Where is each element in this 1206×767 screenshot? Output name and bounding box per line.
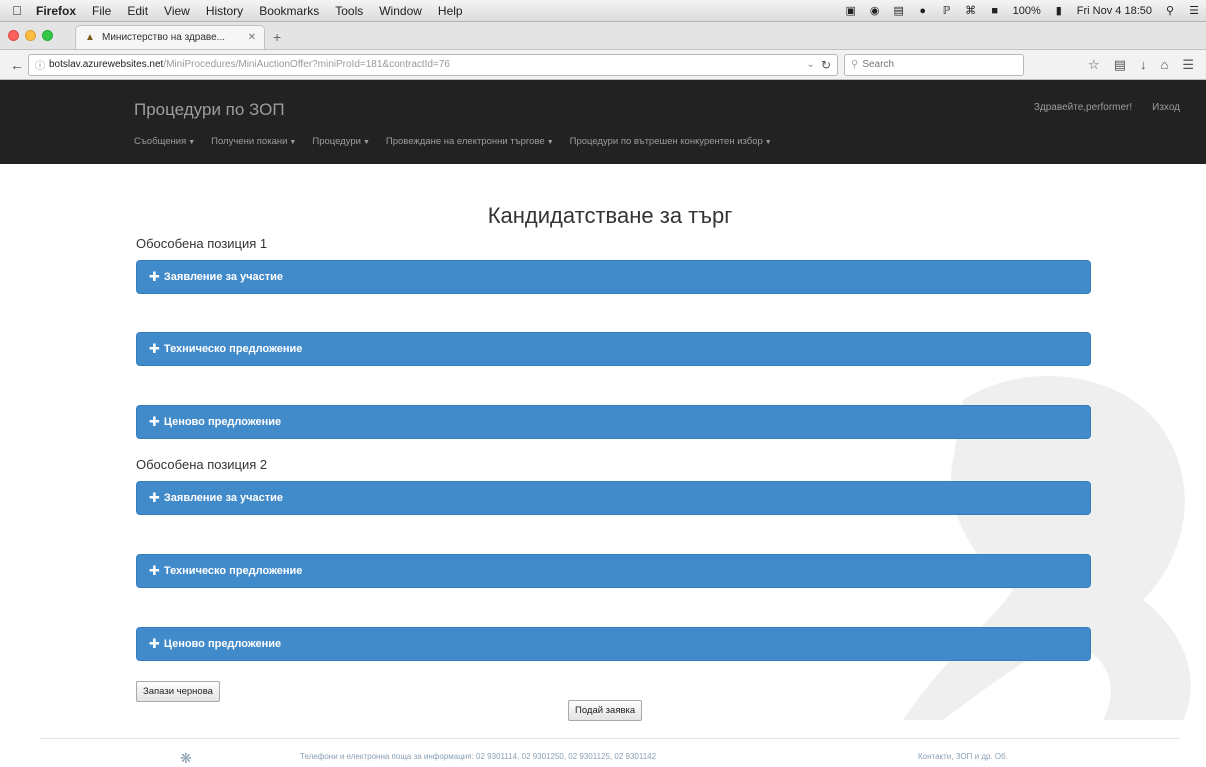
panel-label: Заявление за участие <box>163 492 283 504</box>
window-controls <box>0 21 53 49</box>
position-1-heading: Обособена позиция 1 <box>136 236 268 251</box>
spotlight-icon[interactable]: ⚲ <box>1162 5 1178 17</box>
site-favicon-icon: ▲ <box>85 31 95 43</box>
battery-icon[interactable]: ▮ <box>1051 5 1067 17</box>
close-window-button[interactable] <box>8 29 19 41</box>
site-navbar: Процедури по ЗОП Здравейте,performer! Из… <box>0 80 1206 164</box>
browser-tab-bar: ▲ Министерство на здраве... ✕ + <box>0 22 1206 50</box>
submit-application-button[interactable]: Подай заявка <box>568 700 643 721</box>
new-tab-icon[interactable]: + <box>273 29 281 45</box>
logout-link[interactable]: Изход <box>1152 102 1180 113</box>
nav-messages[interactable]: Съобщения ▼ <box>134 136 195 147</box>
menu-view[interactable]: View <box>156 4 198 18</box>
nav-electronic-auctions-label: Провеждане на електронни търгове <box>385 136 545 147</box>
notification-center-icon[interactable]: ☰ <box>1186 5 1202 17</box>
apple-icon[interactable]:  <box>6 3 28 18</box>
plus-icon: ✚ <box>149 490 160 505</box>
browser-toolbar: ← ⓘ botslav.azurewebsites.net /MiniProce… <box>0 50 1206 80</box>
footer-logo-icon: ❋ <box>180 750 192 766</box>
position-1-technical-proposal-panel[interactable]: ✚ Техническо предложение <box>136 332 1091 366</box>
user-nav: Здравейте,performer! Изход <box>1034 102 1180 113</box>
nav-internal-competitive-selection-label: Процедури по вътрешен конкурентен избор <box>569 136 763 147</box>
plus-icon: ✚ <box>149 341 160 356</box>
panel-label: Заявление за участие <box>163 271 283 283</box>
menu-window[interactable]: Window <box>371 4 430 18</box>
reading-list-icon[interactable]: ▤ <box>1114 57 1126 73</box>
plus-icon: ✚ <box>149 563 160 578</box>
reload-icon[interactable]: ↻ <box>821 58 831 72</box>
menu-tools[interactable]: Tools <box>327 4 371 18</box>
search-icon: ⚲ <box>851 59 859 70</box>
search-input[interactable] <box>862 59 1003 70</box>
menu-bookmarks[interactable]: Bookmarks <box>251 4 327 18</box>
nav-internal-competitive-selection[interactable]: Процедури по вътрешен конкурентен избор ▼ <box>570 136 772 147</box>
panel-label: Ценово предложение <box>163 638 282 650</box>
panel-label: Ценово предложение <box>163 416 282 428</box>
menu-file[interactable]: File <box>84 4 119 18</box>
mac-menu-bar:  Firefox File Edit View History Bookmar… <box>0 0 1206 22</box>
battery-level[interactable]: 100% <box>1007 5 1047 17</box>
search-box[interactable]: ⚲ <box>844 53 1024 76</box>
status-icon-1[interactable]: ▣ <box>843 5 859 17</box>
plus-icon: ✚ <box>149 269 160 284</box>
plus-icon: ✚ <box>149 636 160 651</box>
tab-title: Министерство на здраве... <box>102 32 226 43</box>
back-arrow-icon[interactable]: ← <box>6 57 28 73</box>
nav-procedures-label: Процедури <box>312 136 361 147</box>
nav-procedures[interactable]: Процедури ▼ <box>312 136 370 147</box>
position-2-heading: Обособена позиция 2 <box>136 457 268 472</box>
zoom-window-button[interactable] <box>42 29 53 41</box>
status-icon-3[interactable]: ▤ <box>891 5 907 17</box>
status-icon-2[interactable]: ◉ <box>867 5 883 17</box>
menu-app-firefox[interactable]: Firefox <box>28 4 84 18</box>
downloads-icon[interactable]: ↓ <box>1140 57 1147 72</box>
save-draft-button[interactable]: Запази чернова <box>136 681 220 702</box>
nav-received-invitations-label: Получени покани <box>211 136 288 147</box>
browser-tab[interactable]: ▲ Министерство на здраве... ✕ <box>75 25 265 49</box>
home-icon[interactable]: ⌂ <box>1160 57 1168 72</box>
menu-history[interactable]: History <box>198 4 251 18</box>
position-1-price-proposal-panel[interactable]: ✚ Ценово предложение <box>136 405 1091 439</box>
chevron-down-icon: ▼ <box>546 139 554 146</box>
chevron-down-icon: ▼ <box>188 139 196 146</box>
panel-label: Техническо предложение <box>163 565 303 577</box>
nav-messages-label: Съобщения <box>134 136 187 147</box>
url-host: botslav.azurewebsites.net <box>49 59 164 70</box>
url-dropdown-icon[interactable]: ⌄ <box>807 59 815 70</box>
status-icon-4[interactable]: ● <box>915 5 931 17</box>
menu-edit[interactable]: Edit <box>119 4 156 18</box>
chevron-down-icon: ▼ <box>289 139 297 146</box>
nav-received-invitations[interactable]: Получени покани ▼ <box>211 136 296 147</box>
chevron-down-icon: ▼ <box>362 139 370 146</box>
site-nav-links: Съобщения ▼ Получени покани ▼ Процедури ▼ П… <box>134 136 772 147</box>
position-2-price-proposal-panel[interactable]: ✚ Ценово предложение <box>136 627 1091 661</box>
url-path: /MiniProcedures/MiniAuctionOffer?miniPro… <box>163 59 450 70</box>
nav-electronic-auctions[interactable]: Провеждане на електронни търгове ▼ <box>386 136 554 147</box>
user-greeting-link[interactable]: Здравейте,performer! <box>1034 102 1132 113</box>
minimize-window-button[interactable] <box>25 29 36 41</box>
plus-icon: ✚ <box>149 414 160 429</box>
bluetooth-icon[interactable]: ℙ <box>939 5 955 17</box>
hamburger-menu-icon[interactable]: ☰ <box>1182 57 1194 73</box>
site-info-icon[interactable]: ⓘ <box>35 57 45 72</box>
chevron-down-icon: ▼ <box>764 139 772 146</box>
bookmark-star-icon[interactable]: ☆ <box>1088 57 1100 73</box>
address-bar[interactable]: ⓘ botslav.azurewebsites.net /MiniProcedu… <box>28 53 838 76</box>
tab-close-icon[interactable]: ✕ <box>248 32 256 43</box>
menu-help[interactable]: Help <box>430 4 471 18</box>
toolbar-icons: ☆ ▤ ↓ ⌂ ☰ <box>1088 57 1200 73</box>
footer-divider <box>40 738 1180 739</box>
wifi-icon[interactable]: ⌘ <box>963 5 979 17</box>
site-brand[interactable]: Процедури по ЗОП <box>134 100 285 120</box>
position-1-participation-application-panel[interactable]: ✚ Заявление за участие <box>136 260 1091 294</box>
flag-icon[interactable]: ■ <box>987 5 1003 17</box>
clock[interactable]: Fri Nov 4 18:50 <box>1071 5 1158 17</box>
page-title: Кандидатстване за търг <box>487 203 733 228</box>
position-2-technical-proposal-panel[interactable]: ✚ Техническо предложение <box>136 554 1091 588</box>
panel-label: Техническо предложение <box>163 343 303 355</box>
position-2-participation-application-panel[interactable]: ✚ Заявление за участие <box>136 481 1091 515</box>
